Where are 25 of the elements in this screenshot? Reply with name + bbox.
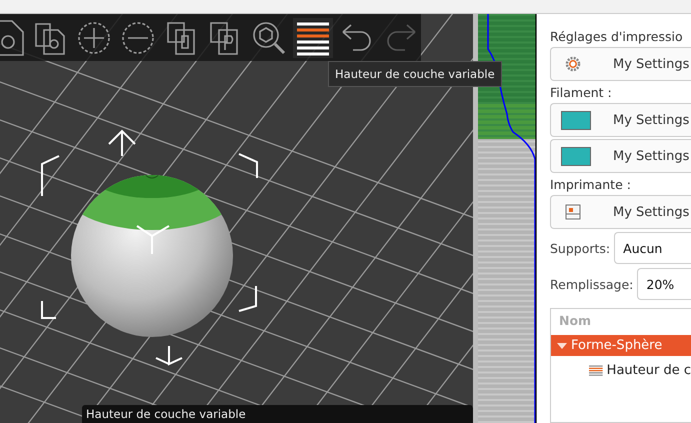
infill-combo[interactable]: 20% <box>637 268 691 300</box>
filament-combo[interactable]: My Settings <box>550 139 691 173</box>
object-list-item[interactable]: Hauteur de c <box>551 360 691 381</box>
expander-icon[interactable] <box>557 342 567 348</box>
filament-combo[interactable]: My Settings <box>550 103 691 137</box>
object-list-item[interactable]: Forme-Sphère <box>551 335 691 356</box>
printer-combo[interactable]: My Settings <box>550 195 691 229</box>
supports-label: Supports: <box>550 240 610 256</box>
column-header: Nom <box>558 312 592 330</box>
layers-icon <box>295 20 332 56</box>
print-settings-combo[interactable]: My Settings <box>550 47 691 81</box>
tooltip: Hauteur de couche variable <box>82 405 473 423</box>
print-settings-label: Réglages d'impressio <box>550 28 684 46</box>
supports-combo[interactable]: Aucun <box>614 232 691 264</box>
gear-icon <box>565 56 581 72</box>
tooltip: Hauteur de couche variable <box>328 61 502 87</box>
remove-icon <box>120 20 156 56</box>
add-icon <box>76 20 112 56</box>
printer-label: Imprimante : <box>550 176 632 194</box>
filament-label: Filament : <box>550 84 613 102</box>
search-icon <box>251 20 288 56</box>
infill-label: Remplissage: <box>550 276 634 292</box>
layers-icon <box>589 362 603 378</box>
printer-icon <box>565 204 581 220</box>
layers-button[interactable] <box>293 18 334 58</box>
